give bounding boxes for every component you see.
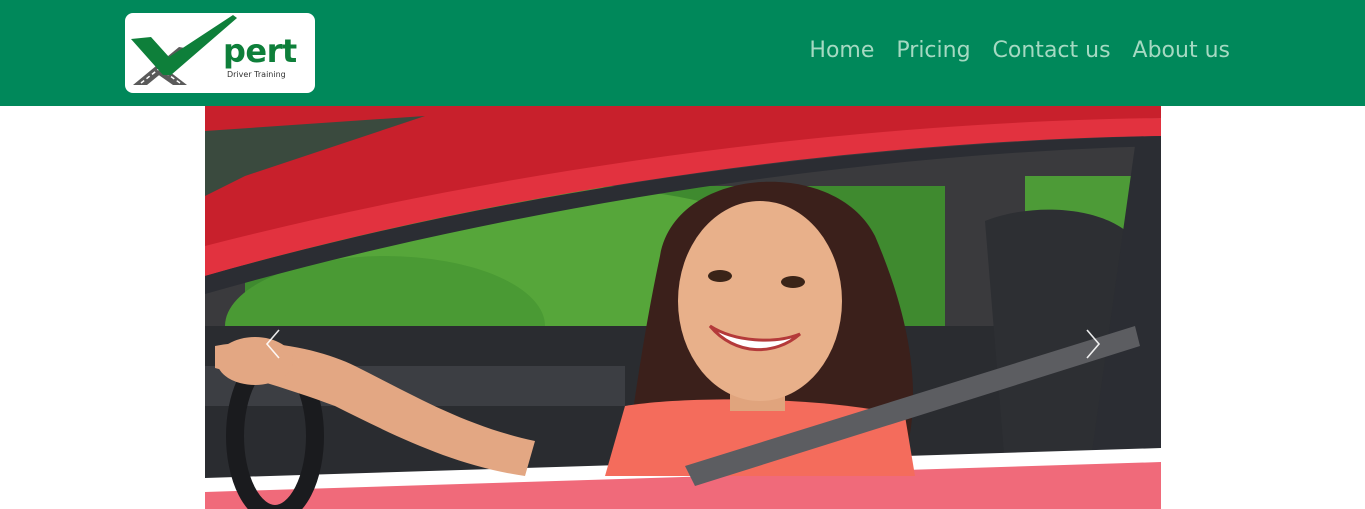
nav-home-link[interactable]: Home [809, 40, 874, 62]
top-navbar: pert Driver Training Home Pricing Contac… [0, 0, 1365, 106]
brand-name: pert [223, 32, 297, 70]
nav-pricing-link[interactable]: Pricing [896, 40, 970, 62]
main-nav: Home Pricing Contact us About us [809, 40, 1230, 62]
nav-about-link[interactable]: About us [1133, 40, 1230, 62]
brand-tagline: Driver Training [227, 70, 286, 79]
carousel-prev-button[interactable] [255, 324, 295, 364]
brand-logo[interactable]: pert Driver Training [125, 13, 315, 93]
hero-photo [205, 106, 1161, 509]
nav-contact-link[interactable]: Contact us [993, 40, 1111, 62]
carousel-next-button[interactable] [1071, 324, 1111, 364]
hero-carousel [205, 106, 1161, 509]
chevron-left-icon [265, 329, 280, 359]
chevron-right-icon [1086, 329, 1101, 359]
